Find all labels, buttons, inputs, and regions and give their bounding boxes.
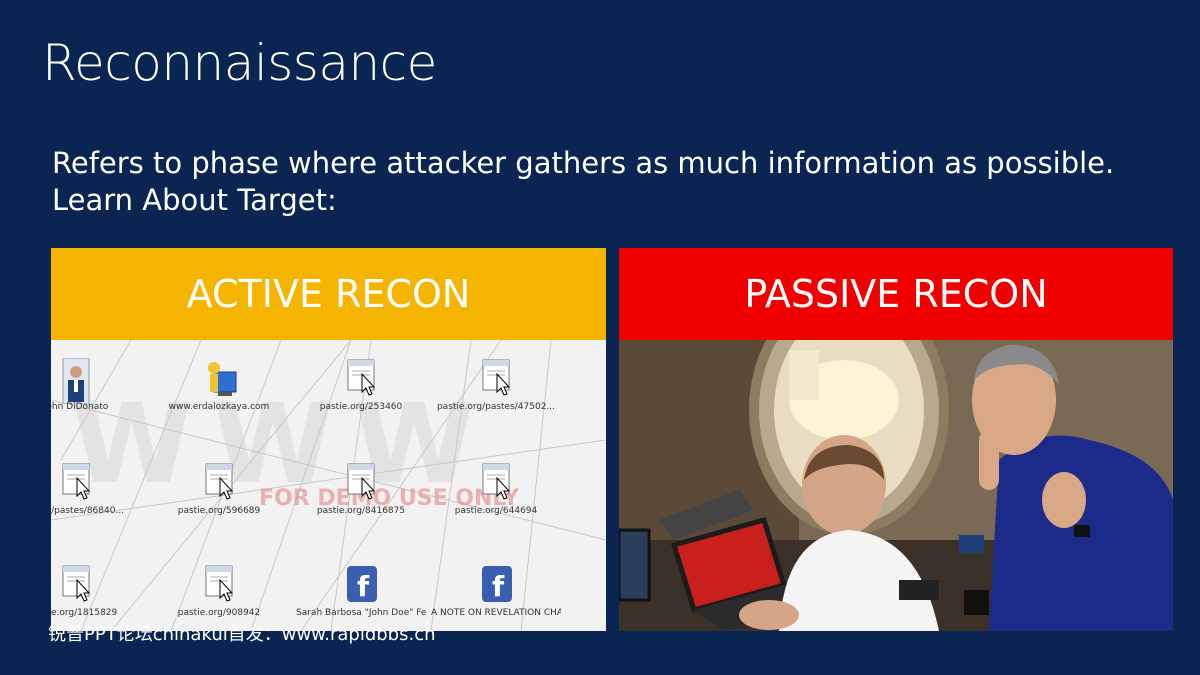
graph-node[interactable]: pastie.org/253460 [296,358,426,412]
graph-node-label: astie.org/1815829 [51,608,118,618]
body-line-2: Learn About Target: [52,183,337,217]
graph-node-label: e.org/pastes/86840... [51,506,125,516]
footer-watermark: 锐普PPT论坛chinakui首发：www.rapidbbs.cn [48,624,436,645]
svg-text:f: f [357,570,370,603]
graph-node[interactable]: e.org/pastes/86840... [51,462,141,516]
graph-node[interactable]: pastie.org/8416875 [296,462,426,516]
graph-node[interactable]: f Sarah Barbosa "John Doe" Feat... [296,564,426,618]
web-page-icon [481,462,511,502]
graph-node[interactable]: pastie.org/644694 [431,462,561,516]
passive-recon-header: PASSIVE RECON [619,248,1173,340]
active-recon-graph-image: WWW FOR DEMO USE ONLY John DiDonat [51,340,606,631]
graph-node[interactable]: astie.org/1815829 [51,564,141,618]
person-photo-icon [61,358,91,405]
graph-node[interactable]: www.erdalozkaya.com [154,358,284,412]
graph-node-label: Sarah Barbosa "John Doe" Feat... [296,608,426,618]
slide: Reconnaissance Refers to phase where att… [0,0,1200,675]
graph-node-label: pastie.org/pastes/47502... [436,402,556,412]
graph-node-label: God' [561,608,606,618]
graph-node-label: pastie.org/8416875 [316,506,406,516]
web-page-icon [346,358,376,398]
slide-title: Reconnaissance [42,34,437,92]
facebook-icon: f [481,564,512,604]
graph-node-label: pastie.org/908942 [177,608,261,618]
active-recon-header: ACTIVE RECON [51,248,606,340]
graph-node[interactable]: pastie.org/908942 [154,564,284,618]
graph-node-label: pastie.org/596689 [177,506,261,516]
web-page-icon [61,462,91,502]
graph-node[interactable]: f A NOTE ON REVELATION CHAPTER 1... [431,564,561,618]
graph-node[interactable]: God' [561,564,606,618]
graph-node[interactable]: pastie.org/pastes/47502... [431,358,561,412]
graph-node-label: www.erdalozkaya.com [168,402,270,412]
active-recon-panel: ACTIVE RECON WWW FOR DEMO USE ONLY hn Di… [51,248,606,631]
slide-body: Refers to phase where attacker gathers a… [52,145,1114,219]
website-icon [204,358,237,398]
graph-node-label: pastie.org/253460 [319,402,403,412]
web-page-icon [346,462,376,502]
web-page-icon [481,358,511,398]
passive-recon-panel: PASSIVE RECON [619,248,1173,631]
graph-node[interactable]: pastie.org/596689 [154,462,284,516]
body-line-1: Refers to phase where attacker gathers a… [52,146,1115,180]
photo-illustration [619,340,1173,631]
facebook-icon: f [346,564,377,604]
web-page-icon [204,462,234,502]
graph-node-label: A NOTE ON REVELATION CHAPTER 1... [431,608,561,618]
graph-node[interactable]: John DiDonato [51,358,141,412]
passive-recon-photo [619,340,1173,631]
web-page-icon [61,564,91,604]
graph-node-label: pastie.org/644694 [454,506,538,516]
svg-text:f: f [492,570,505,603]
web-page-icon [204,564,234,604]
graph-node-label: John DiDonato [51,402,109,412]
